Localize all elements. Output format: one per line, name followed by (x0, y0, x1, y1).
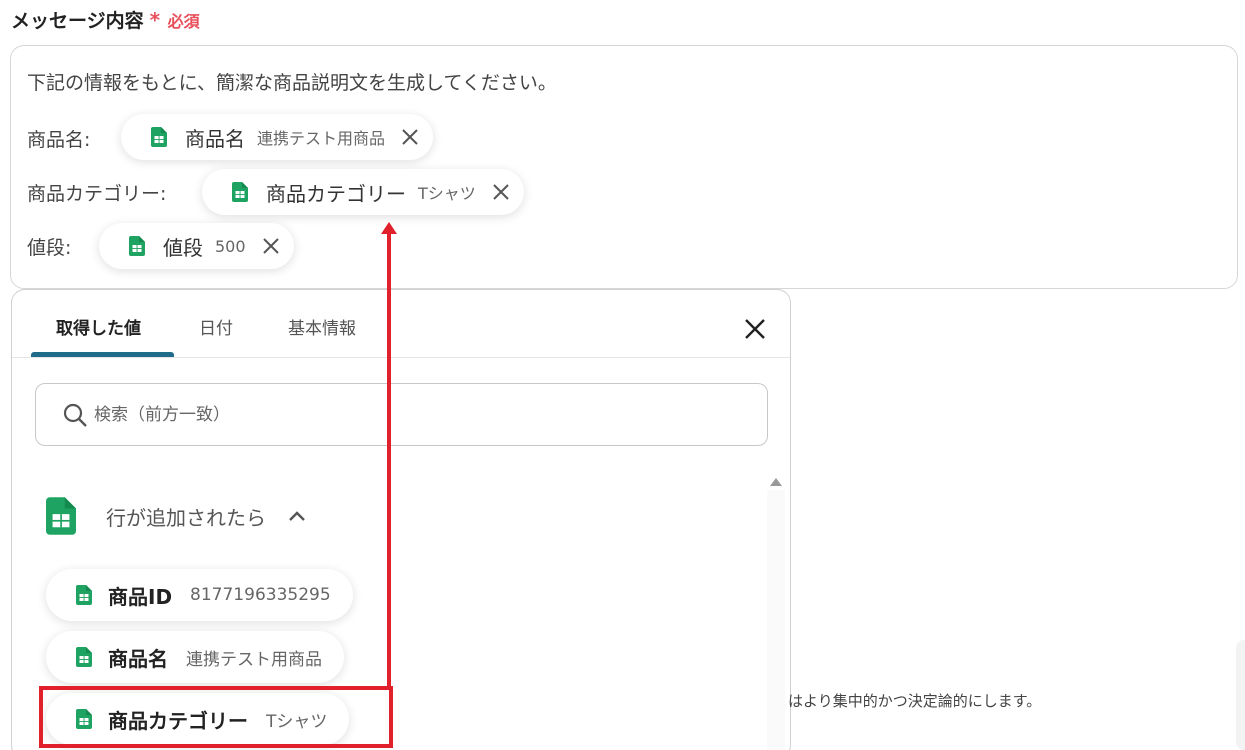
close-icon[interactable] (743, 317, 767, 341)
field-label-text: メッセージ内容 (11, 10, 144, 32)
row-label-product-name: 商品名: (27, 129, 91, 151)
variable-chip-product-category[interactable]: 商品カテゴリー Tシャツ (202, 169, 524, 215)
chip-value: Tシャツ (418, 184, 476, 203)
helper-text: はより集中的かつ決定論的にします。 (788, 692, 1042, 710)
chip-value: 500 (215, 236, 246, 256)
search-input[interactable] (94, 404, 694, 425)
chip-name: 値段 (163, 235, 203, 260)
tab-acquired-values[interactable]: 取得した値 (56, 314, 141, 339)
scroll-up-arrow[interactable] (770, 478, 782, 486)
chevron-up-icon[interactable] (288, 510, 306, 522)
google-sheets-icon (46, 497, 76, 535)
close-icon[interactable] (401, 128, 419, 146)
scrollbar[interactable] (767, 490, 785, 750)
chip-name: 商品名 (185, 126, 245, 151)
value-item-product-name[interactable]: 商品名 連携テスト用商品 (46, 631, 344, 683)
required-badge: * 必須 (150, 8, 200, 32)
chip-value: 連携テスト用商品 (257, 129, 386, 148)
message-content-label: メッセージ内容 * 必須 (11, 6, 200, 33)
annotation-arrow-line (387, 232, 391, 688)
item-value: 連携テスト用商品 (186, 649, 322, 670)
google-sheets-icon (151, 127, 167, 147)
close-icon[interactable] (262, 237, 280, 255)
google-sheets-icon (129, 236, 145, 256)
value-item-product-id[interactable]: 商品ID 8177196335295 (46, 569, 353, 621)
row-label-product-category: 商品カテゴリー: (27, 183, 167, 205)
annotation-highlight-box (39, 686, 393, 748)
group-title: 行が追加されたら (106, 505, 266, 530)
item-value: 8177196335295 (190, 585, 331, 605)
annotation-arrow-head (381, 222, 397, 234)
item-name: 商品ID (108, 584, 173, 609)
google-sheets-icon (232, 182, 248, 202)
required-asterisk: * (149, 8, 161, 32)
item-name: 商品名 (108, 646, 168, 671)
chip-name: 商品カテゴリー (266, 181, 406, 206)
tab-date[interactable]: 日付 (199, 314, 233, 339)
close-icon[interactable] (492, 183, 510, 201)
variable-chip-price[interactable]: 値段 500 (99, 223, 294, 269)
required-text: 必須 (167, 12, 200, 31)
google-sheets-icon (76, 585, 92, 605)
trigger-group-header[interactable]: 行が追加されたら (46, 497, 306, 535)
edge-element (1236, 640, 1245, 750)
google-sheets-icon (76, 647, 92, 667)
message-editor[interactable]: 下記の情報をもとに、簡潔な商品説明文を生成してください。 商品名: 商品名 連携… (10, 45, 1238, 289)
value-picker-panel: 取得した値 日付 基本情報 行が追加されたら 商品ID 817719633529… (11, 289, 791, 750)
active-tab-indicator (31, 352, 174, 357)
variable-chip-product-name[interactable]: 商品名 連携テスト用商品 (121, 114, 434, 160)
row-label-price: 値段: (27, 237, 72, 259)
search-icon (63, 403, 87, 427)
message-intro: 下記の情報をもとに、簡潔な商品説明文を生成してください。 (27, 72, 557, 94)
search-box[interactable] (35, 383, 768, 446)
tab-basic-info[interactable]: 基本情報 (288, 314, 356, 339)
picker-tabs: 取得した値 日付 基本情報 (12, 290, 790, 358)
